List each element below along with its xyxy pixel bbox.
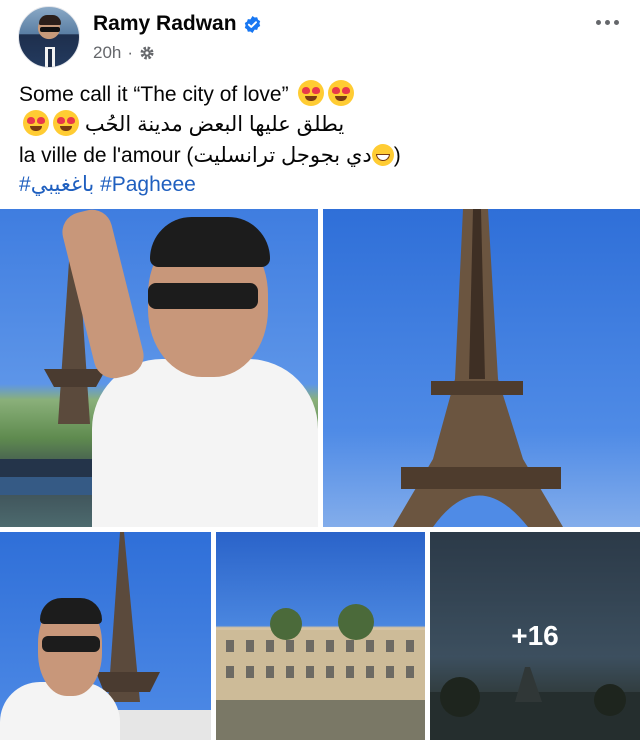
post-time[interactable]: 20h <box>93 43 121 63</box>
meta-separator: · <box>127 43 134 62</box>
gear-icon[interactable] <box>139 45 155 61</box>
post-text-fr-end: ) <box>393 144 401 167</box>
heart-eyes-emoji <box>53 110 79 136</box>
verified-badge-icon <box>244 15 260 33</box>
hashtags[interactable]: #باغغيبي #Pagheee <box>19 170 629 200</box>
post-header: Ramy Radwan 20h · <box>0 0 640 76</box>
post-meta: 20h · <box>93 42 155 64</box>
photo-2-art <box>393 209 563 527</box>
post-text-line-3: la ville de l'amour (دي بجوجل ترانسليت) <box>19 141 629 171</box>
more-photos-count[interactable]: +16 <box>430 620 640 652</box>
photo-1-sunglasses <box>148 283 258 309</box>
photo-4-art <box>216 604 425 740</box>
heart-eyes-emoji <box>298 80 325 106</box>
author-avatar[interactable] <box>18 6 80 68</box>
grinning-emoji <box>371 144 394 166</box>
photo-1-shirt <box>92 359 318 527</box>
photo-5[interactable]: +16 <box>430 532 640 740</box>
photo-3-sunglasses <box>42 636 100 652</box>
heart-eyes-emoji <box>328 80 355 106</box>
heart-eyes-emoji <box>23 110 49 136</box>
post-text-line-1: Some call it “The city of love” <box>19 80 629 110</box>
photo-3-hair <box>40 598 102 624</box>
author-name[interactable]: Ramy Radwan <box>93 12 237 36</box>
post-text-ar: يطلق عليها البعض مدينة الحُب <box>84 113 345 136</box>
photo-1-hair <box>150 217 270 267</box>
more-options-icon[interactable] <box>592 12 622 32</box>
photo-4[interactable] <box>216 532 425 740</box>
post-text-en: Some call it “The city of love” <box>19 83 289 106</box>
author-row: Ramy Radwan <box>93 9 262 39</box>
photo-3[interactable] <box>0 532 211 740</box>
post-text-line-2: يطلق عليها البعض مدينة الحُب <box>19 110 629 140</box>
photo-1[interactable] <box>0 209 318 527</box>
post-text-fr: la ville de l'amour (دي بجوجل ترانسليت <box>19 144 372 167</box>
photo-2[interactable] <box>323 209 640 527</box>
